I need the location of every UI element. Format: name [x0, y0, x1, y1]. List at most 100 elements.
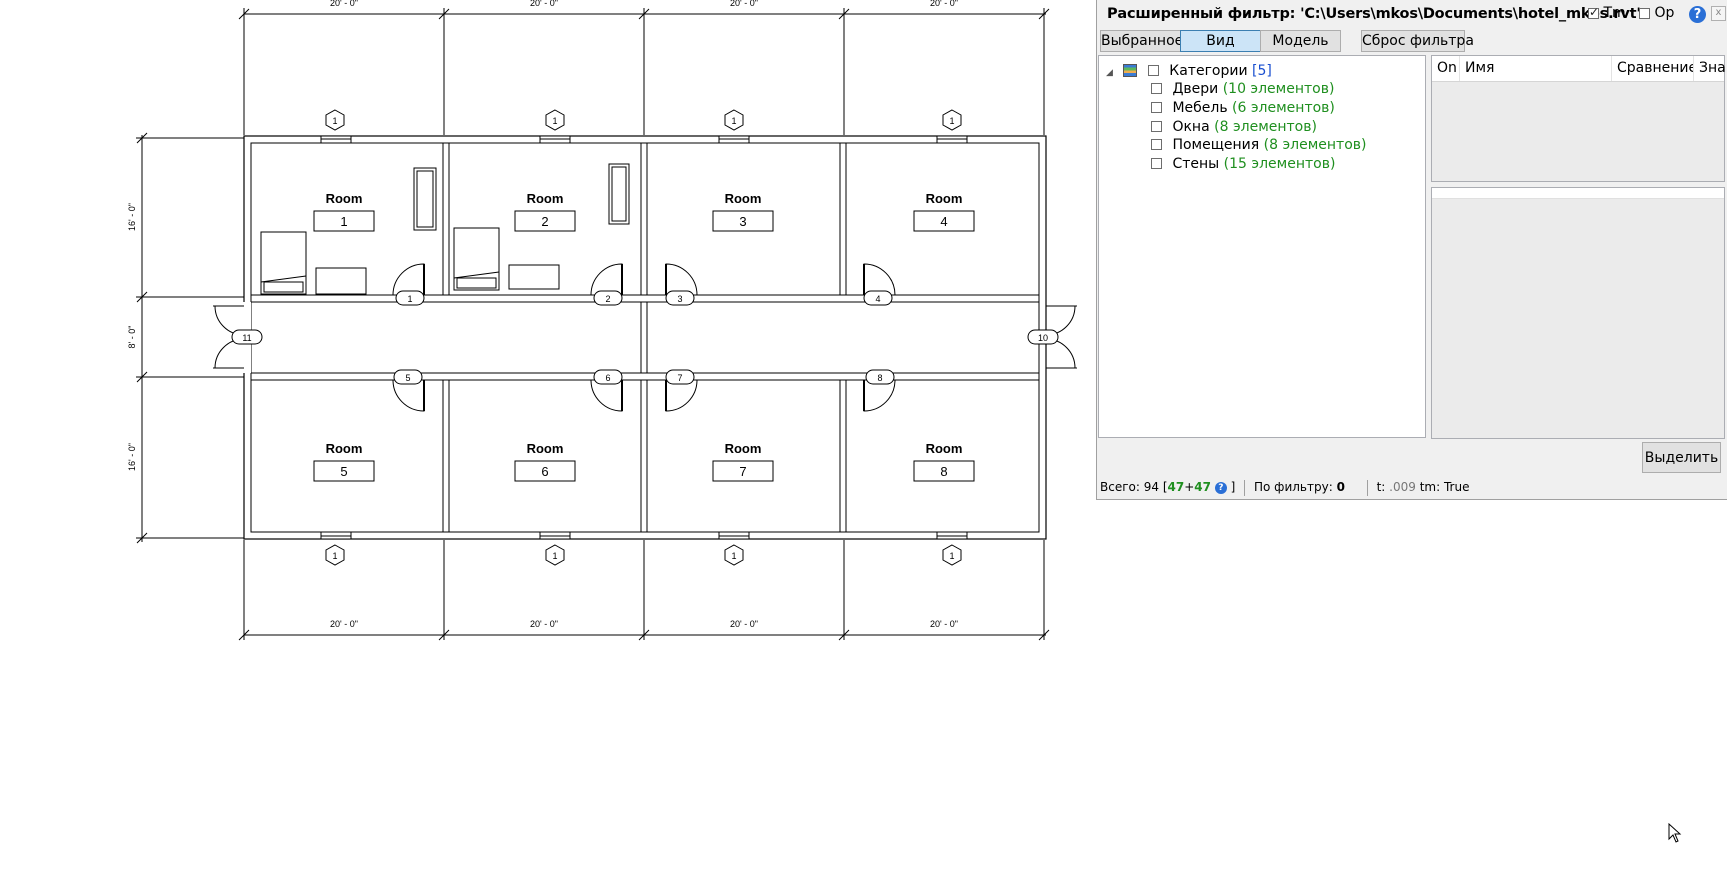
tree-item-rooms[interactable]: Помещения (8 элементов) — [1151, 136, 1366, 154]
checkbox-icon[interactable] — [1639, 7, 1650, 19]
room-number-5: 5 — [340, 464, 347, 479]
dim-text-bottom-4: 20' - 0" — [930, 619, 958, 629]
collapse-arrow-icon[interactable]: ◢ — [1106, 68, 1113, 78]
results-list[interactable] — [1431, 187, 1725, 439]
room-name: Room — [725, 441, 762, 456]
checkbox-icon[interactable] — [1151, 138, 1162, 150]
window-tag: 1 — [332, 116, 337, 126]
tree-item-label: Мебель — [1172, 100, 1228, 116]
col-header-name[interactable]: Имя — [1460, 56, 1612, 81]
tree-item-walls[interactable]: Стены (15 элементов) — [1151, 155, 1335, 173]
col-header-value[interactable]: Значени — [1694, 56, 1726, 81]
dim-text-left-1: 16' - 0" — [127, 203, 137, 231]
status-total: 94 — [1143, 480, 1160, 494]
room-number-3: 3 — [739, 214, 746, 229]
layers-icon — [1123, 63, 1138, 77]
tree-item-label: Окна — [1172, 119, 1210, 135]
help-icon[interactable]: ? — [1689, 6, 1706, 23]
checkbox-icon[interactable] — [1151, 101, 1162, 113]
room-number-4: 4 — [940, 214, 947, 229]
close-icon[interactable]: x — [1711, 6, 1726, 21]
door-tag-10: 10 — [1038, 333, 1048, 343]
door-tag-7: 7 — [677, 373, 682, 383]
mouse-cursor-icon — [1668, 823, 1682, 843]
tm-checkbox[interactable]: Tm — [1588, 5, 1626, 21]
window-tag: 1 — [949, 116, 954, 126]
status-filter-value: 0 — [1336, 480, 1345, 494]
select-button[interactable]: Выделить — [1642, 442, 1721, 473]
room-tag-boxes — [313, 210, 975, 482]
status-help-icon[interactable]: ? — [1214, 481, 1227, 494]
tree-item-doors[interactable]: Двери (10 элементов) — [1151, 80, 1334, 98]
tab-view[interactable]: Вид — [1180, 30, 1261, 52]
dim-text-top-2: 20' - 0" — [530, 0, 558, 8]
door-tag-5: 5 — [405, 373, 410, 383]
dim-text-left-3: 16' - 0" — [127, 443, 137, 471]
status-tm-label: tm: — [1419, 480, 1441, 494]
room-name: Room — [725, 191, 762, 206]
col-header-compare[interactable]: Сравнение — [1612, 56, 1694, 81]
window-tag: 1 — [332, 551, 337, 561]
room-number-8: 8 — [940, 464, 947, 479]
window-tag: 1 — [552, 551, 557, 561]
status-filter-label: По фильтру: — [1254, 480, 1333, 494]
dim-text-bottom-1: 20' - 0" — [330, 619, 358, 629]
exterior-wall-inner — [250, 142, 1040, 533]
doors[interactable] — [213, 263, 1077, 412]
room-name: Room — [326, 441, 363, 456]
status-part2: 47 — [1194, 480, 1211, 494]
status-bar: Всего: 94 [47+47 ? ] По фильтру: 0 t: .0… — [1097, 476, 1727, 498]
op-checkbox[interactable]: Op — [1639, 5, 1674, 21]
tree-item-count: (8 элементов) — [1263, 137, 1367, 153]
checkbox-icon[interactable] — [1147, 64, 1159, 76]
panel-title: Расширенный фильтр: 'C:\Users\mkos\Docum… — [1107, 6, 1641, 22]
tree-item-count: (10 элементов) — [1222, 81, 1335, 97]
tm-label: Tm — [1603, 5, 1626, 21]
room-number-2: 2 — [541, 214, 548, 229]
tree-item-count: (8 элементов) — [1214, 119, 1317, 135]
door-tags[interactable] — [231, 290, 1059, 385]
tab-model[interactable]: Модель — [1260, 30, 1341, 52]
status-plus: + — [1184, 480, 1195, 494]
room-number-1: 1 — [340, 214, 347, 229]
status-t-label: t: — [1376, 480, 1386, 494]
checkbox-icon[interactable] — [1588, 5, 1599, 19]
room-name: Room — [527, 441, 564, 456]
filter-rules-grid[interactable]: On Имя Сравнение Значени — [1431, 55, 1726, 182]
room-name: Room — [326, 191, 363, 206]
tree-item-label: Помещения — [1172, 137, 1260, 153]
door-tag-2: 2 — [605, 294, 610, 304]
room-name: Room — [926, 441, 963, 456]
dim-text-bottom-2: 20' - 0" — [530, 619, 558, 629]
room-number-6: 6 — [541, 464, 548, 479]
interior-walls[interactable] — [442, 143, 847, 532]
tree-root-count: [5] — [1252, 63, 1272, 79]
room-number-7: 7 — [739, 464, 746, 479]
advanced-filter-panel: Расширенный фильтр: 'C:\Users\mkos\Docum… — [1096, 0, 1727, 500]
window-tags[interactable] — [325, 109, 962, 566]
status-bracket-close: ] — [1230, 480, 1236, 494]
door-tag-8: 8 — [877, 373, 882, 383]
status-part1: 47 — [1167, 480, 1185, 494]
checkbox-icon[interactable] — [1151, 120, 1162, 132]
furniture[interactable] — [260, 163, 630, 295]
tree-item-furniture[interactable]: Мебель (6 элементов) — [1151, 99, 1335, 117]
tab-selected[interactable]: Выбранное — [1100, 30, 1183, 52]
reset-filter-button[interactable]: Сброс фильтра — [1361, 30, 1474, 52]
door-tag-11: 11 — [242, 333, 251, 343]
category-tree[interactable]: ◢ Категории [5] Двери (10 элементов) Меб… — [1098, 55, 1426, 438]
window-tag: 1 — [731, 551, 736, 561]
door-tag-6: 6 — [605, 373, 610, 383]
tree-item-windows[interactable]: Окна (8 элементов) — [1151, 118, 1317, 136]
tree-item-count: (15 элементов) — [1223, 156, 1336, 172]
checkbox-icon[interactable] — [1151, 82, 1162, 94]
status-tm-value: True — [1443, 480, 1470, 494]
dim-text-top-3: 20' - 0" — [730, 0, 758, 8]
floor-plan-view[interactable]: 20' - 0" 20' - 0" 20' - 0" 20' - 0" 20' … — [0, 0, 1090, 650]
col-header-on[interactable]: On — [1432, 56, 1460, 81]
tree-root-categories[interactable]: ◢ Категории [5] — [1106, 62, 1272, 80]
checkbox-icon[interactable] — [1151, 157, 1162, 169]
dim-text-top-4: 20' - 0" — [930, 0, 958, 8]
status-total-label: Всего: — [1100, 480, 1140, 494]
windows[interactable] — [320, 135, 968, 540]
